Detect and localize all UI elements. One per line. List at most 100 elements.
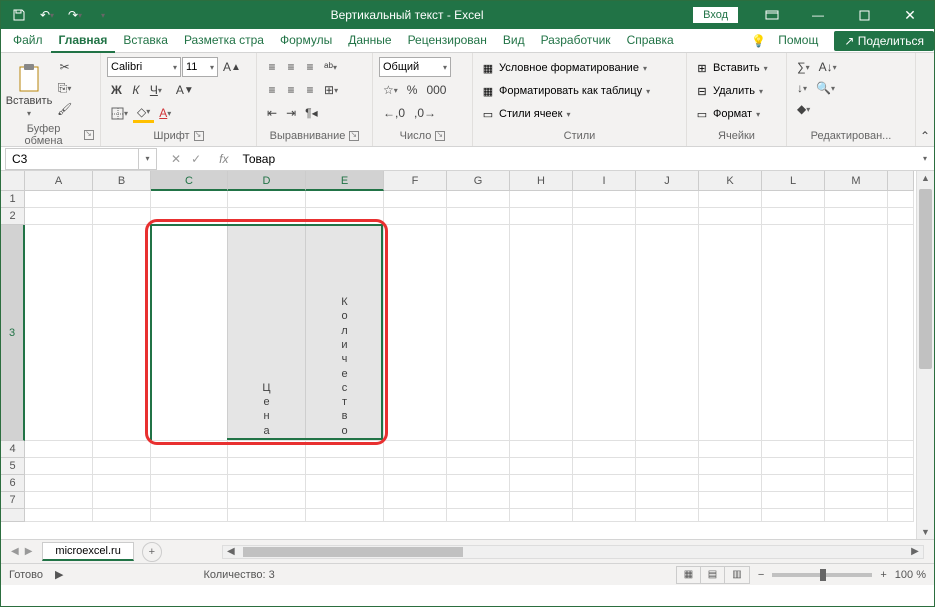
- fill-color-button[interactable]: ◇▾: [133, 103, 154, 123]
- cell[interactable]: [825, 475, 888, 492]
- cell[interactable]: [25, 191, 93, 208]
- scroll-up-icon[interactable]: ▲: [917, 171, 934, 183]
- cell[interactable]: [888, 225, 914, 441]
- cell[interactable]: [573, 458, 636, 475]
- cancel-formula-icon[interactable]: ✕: [171, 152, 181, 166]
- cell[interactable]: [25, 475, 93, 492]
- cell[interactable]: [151, 191, 228, 208]
- font-dialog-launcher[interactable]: [194, 131, 204, 141]
- row-header-1[interactable]: 1: [1, 191, 25, 208]
- tab-file[interactable]: Файл: [5, 29, 51, 53]
- cell[interactable]: [888, 492, 914, 509]
- vertical-scroll-thumb[interactable]: [919, 189, 932, 369]
- cell[interactable]: [825, 191, 888, 208]
- format-cells-button[interactable]: ▭Формат▾: [693, 103, 770, 125]
- cell[interactable]: [762, 475, 825, 492]
- cell[interactable]: [93, 225, 151, 441]
- zoom-thumb[interactable]: [820, 569, 826, 581]
- cell[interactable]: [93, 208, 151, 225]
- col-header-B[interactable]: B: [93, 171, 151, 191]
- col-header-A[interactable]: A: [25, 171, 93, 191]
- cell[interactable]: [306, 208, 384, 225]
- decrease-decimal-button[interactable]: ,0→: [410, 103, 440, 123]
- zoom-out-button[interactable]: −: [758, 569, 764, 581]
- add-sheet-button[interactable]: +: [142, 542, 162, 562]
- tell-me[interactable]: Помощ: [770, 29, 826, 53]
- cell[interactable]: [636, 458, 699, 475]
- wrap-merge-button[interactable]: ⊞▾: [320, 80, 342, 100]
- cell[interactable]: [447, 225, 510, 441]
- find-button[interactable]: 🔍▾: [812, 78, 839, 98]
- cell[interactable]: [762, 441, 825, 458]
- cell[interactable]: [825, 458, 888, 475]
- sheet-nav-next[interactable]: ▶: [25, 546, 33, 557]
- cell[interactable]: [510, 509, 573, 522]
- font-color-button[interactable]: А▾: [155, 103, 175, 123]
- undo-icon[interactable]: ↶▾: [35, 3, 59, 27]
- cell[interactable]: [636, 475, 699, 492]
- cell[interactable]: [888, 458, 914, 475]
- number-dialog-launcher[interactable]: [435, 131, 445, 141]
- cell[interactable]: [151, 458, 228, 475]
- view-normal-button[interactable]: ▦: [677, 567, 701, 583]
- delete-cells-button[interactable]: ⊟Удалить▾: [693, 80, 770, 102]
- tab-view[interactable]: Вид: [495, 29, 533, 53]
- cell[interactable]: [510, 475, 573, 492]
- cell[interactable]: [510, 492, 573, 509]
- cell[interactable]: [762, 208, 825, 225]
- cell[interactable]: [888, 441, 914, 458]
- tab-help[interactable]: Справка: [619, 29, 682, 53]
- cell[interactable]: [699, 475, 762, 492]
- borders-button[interactable]: ▾: [107, 103, 132, 123]
- tab-review[interactable]: Рецензирован: [400, 29, 495, 53]
- cell[interactable]: [306, 458, 384, 475]
- cell[interactable]: [384, 475, 447, 492]
- col-header-G[interactable]: G: [447, 171, 510, 191]
- tab-data[interactable]: Данные: [340, 29, 399, 53]
- view-page-break-button[interactable]: ▥: [725, 567, 749, 583]
- decrease-font-button[interactable]: A▼: [172, 80, 198, 100]
- align-left-button[interactable]: ≡: [263, 80, 281, 100]
- clipboard-dialog-launcher[interactable]: [84, 130, 94, 140]
- cell[interactable]: [384, 509, 447, 522]
- col-header-H[interactable]: H: [510, 171, 573, 191]
- scroll-right-icon[interactable]: ▶: [907, 546, 923, 557]
- cell-C3[interactable]: Товар: [151, 225, 228, 441]
- formula-bar-expand[interactable]: ▾: [916, 154, 934, 163]
- horizontal-scrollbar[interactable]: ◀ ▶: [222, 545, 924, 559]
- cell[interactable]: [25, 225, 93, 441]
- cell[interactable]: [636, 208, 699, 225]
- col-header-F[interactable]: F: [384, 171, 447, 191]
- worksheet-grid[interactable]: ABCDEFGHIJKLM 1234567 ТоварЦенаКоличеств…: [1, 171, 934, 539]
- cell[interactable]: [825, 208, 888, 225]
- cell[interactable]: [510, 208, 573, 225]
- col-header-J[interactable]: J: [636, 171, 699, 191]
- cell[interactable]: [228, 458, 306, 475]
- cell[interactable]: [699, 458, 762, 475]
- cell[interactable]: [699, 509, 762, 522]
- cell[interactable]: [573, 225, 636, 441]
- row-header-[interactable]: [1, 509, 25, 522]
- horizontal-scroll-thumb[interactable]: [243, 547, 463, 557]
- row-header-5[interactable]: 5: [1, 458, 25, 475]
- cell[interactable]: [25, 441, 93, 458]
- row-header-7[interactable]: 7: [1, 492, 25, 509]
- rtl-button[interactable]: ¶◂: [301, 103, 321, 123]
- cell[interactable]: [510, 441, 573, 458]
- cell[interactable]: [573, 208, 636, 225]
- decrease-indent-button[interactable]: ⇤: [263, 103, 281, 123]
- tab-developer[interactable]: Разработчик: [533, 29, 619, 53]
- italic-button[interactable]: К: [127, 80, 145, 100]
- row-header-3[interactable]: 3: [1, 225, 25, 441]
- col-header-I[interactable]: I: [573, 171, 636, 191]
- fx-icon[interactable]: fx: [211, 152, 236, 166]
- cell[interactable]: [151, 492, 228, 509]
- cell[interactable]: [384, 441, 447, 458]
- cell[interactable]: [93, 191, 151, 208]
- cell[interactable]: [888, 208, 914, 225]
- cell-styles-button[interactable]: ▭Стили ячеек▾: [479, 103, 652, 125]
- cell[interactable]: [699, 225, 762, 441]
- name-box-dropdown[interactable]: ▾: [138, 149, 156, 169]
- cell[interactable]: [762, 509, 825, 522]
- format-painter-button[interactable]: 🖌: [53, 99, 76, 119]
